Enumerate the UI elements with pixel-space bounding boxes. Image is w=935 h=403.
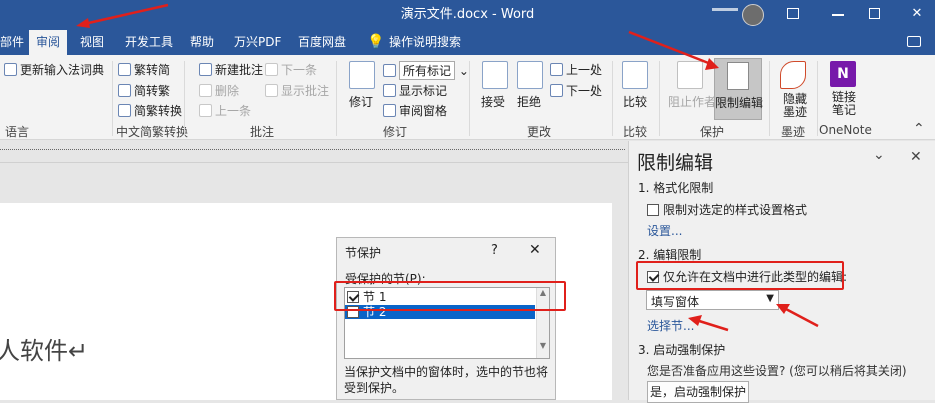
show-markup-icon	[383, 84, 396, 97]
avatar[interactable]	[742, 4, 764, 26]
comments-icon[interactable]	[907, 36, 921, 47]
enforce-question: 您是否准备应用这些设置? (您可以稍后将其关闭)	[647, 364, 907, 378]
review-pane-button[interactable]: 审阅窗格	[383, 102, 447, 119]
block-authors-button[interactable]: 阻止作者	[668, 93, 716, 110]
simp-to-trad-button[interactable]: 简转繁	[118, 82, 170, 99]
pane-title: 限制编辑	[637, 152, 714, 174]
restrict-editing-label: 限制编辑	[715, 96, 764, 110]
annotation-box-sections	[334, 281, 566, 311]
minimize-icon[interactable]	[832, 14, 844, 16]
accept-button[interactable]: 接受	[481, 93, 505, 110]
formatting-checkbox[interactable]	[647, 204, 659, 216]
review-pane-icon	[383, 104, 396, 117]
section-formatting: 1. 格式化限制	[638, 181, 714, 195]
restrict-doc-icon	[727, 62, 749, 90]
markup-select[interactable]: 所有标记 ⌄	[383, 61, 469, 80]
tab-baidu-netdisk[interactable]: 百度网盘	[298, 30, 346, 55]
user-name	[712, 8, 738, 11]
next-change-button[interactable]: 下一处	[550, 82, 602, 99]
show-comments-icon	[265, 84, 278, 97]
horizontal-ruler	[0, 141, 630, 163]
section-protection-dialog: 节保护 ? ✕ 受保护的节(P): 节 1 节 2 ▲ ▼ 当保护文档中的窗体时…	[336, 237, 556, 400]
linked-notes-button[interactable]: 链接笔记	[829, 91, 859, 117]
hide-ink-icon	[780, 61, 806, 89]
track-changes-button[interactable]: 修订	[349, 93, 373, 110]
tab-view[interactable]: 视图	[80, 30, 104, 55]
ribbon: 更新输入法词典 语言 繁转简 简转繁 简繁转换 中文简繁转换 新建批注 删除 上…	[0, 55, 935, 140]
formatting-restriction[interactable]: 限制对选定的样式设置格式	[647, 201, 807, 218]
prev-change-icon	[550, 63, 563, 76]
group-tracking: 修订	[383, 125, 408, 139]
close-window-icon[interactable]: ✕	[910, 7, 924, 21]
ribbon-display-icon[interactable]	[787, 8, 799, 19]
reject-icon	[517, 61, 543, 89]
group-language: 语言	[5, 125, 30, 139]
collapse-ribbon-icon[interactable]: ⌃	[913, 121, 925, 137]
prev-change-button[interactable]: 上一处	[550, 61, 602, 78]
lightbulb-icon: 💡	[367, 34, 385, 50]
next-change-icon	[550, 84, 563, 97]
group-ink: 墨迹	[781, 125, 806, 139]
markup-icon	[383, 64, 396, 77]
show-markup-button[interactable]: 显示标记	[383, 82, 447, 99]
group-chinese: 中文简繁转换	[116, 125, 189, 139]
document-text[interactable]: 人软件↵	[0, 331, 88, 366]
reject-button[interactable]: 拒绝	[517, 93, 541, 110]
onenote-icon: N	[830, 61, 856, 87]
prev-icon	[199, 104, 212, 117]
section-enforce: 3. 启动强制保护	[638, 343, 726, 357]
tab-help[interactable]: 帮助	[190, 30, 214, 55]
dialog-note: 当保护文档中的窗体时，选中的节也将受到保护。	[344, 365, 549, 395]
track-changes-icon	[349, 61, 375, 89]
trad-to-simp-button[interactable]: 繁转简	[118, 61, 170, 78]
settings-link[interactable]: 设置...	[647, 222, 682, 239]
simp-icon	[118, 84, 131, 97]
annotation-arrows-pane	[688, 304, 819, 332]
tab-review[interactable]: 审阅	[29, 30, 68, 55]
chevron-down-icon: ⌄	[458, 64, 469, 78]
prev-comment-button[interactable]: 上一条	[199, 102, 251, 119]
convert-icon	[118, 104, 131, 117]
annotation-box-editing	[636, 261, 844, 290]
delete-icon	[199, 84, 212, 97]
group-onenote: OneNote	[819, 123, 872, 137]
hide-ink-button[interactable]: 隐藏墨迹	[778, 93, 812, 119]
update-ime-button[interactable]: 更新输入法词典	[4, 61, 104, 78]
pane-options-icon[interactable]: ⌄	[873, 147, 885, 163]
ribbon-tabs: 部件 审阅 视图 开发工具 帮助 万兴PDF 百度网盘 💡 操作说明搜索	[0, 30, 935, 55]
tell-me-search[interactable]: 操作说明搜索	[389, 30, 461, 55]
help-button[interactable]: ?	[491, 243, 498, 258]
dialog-title: 节保护	[345, 246, 382, 260]
restore-icon[interactable]	[869, 8, 880, 19]
accept-icon	[482, 61, 508, 89]
scroll-down-icon[interactable]: ▼	[537, 341, 549, 350]
dialog-close-icon[interactable]: ✕	[529, 242, 541, 258]
tab-parts[interactable]: 部件	[0, 30, 24, 55]
delete-comment-button[interactable]: 删除	[199, 82, 239, 99]
group-compare: 比较	[623, 125, 648, 139]
next-icon	[265, 63, 278, 76]
compare-button[interactable]: 比较	[623, 93, 647, 110]
pane-close-icon[interactable]: ✕	[910, 149, 922, 165]
group-protect: 保护	[700, 125, 725, 139]
trad-icon	[118, 63, 131, 76]
new-comment-button[interactable]: 新建批注	[199, 61, 263, 78]
next-comment-button[interactable]: 下一条	[265, 61, 317, 78]
dictionary-icon	[4, 63, 17, 76]
show-comments-button[interactable]: 显示批注	[265, 82, 329, 99]
group-comments: 批注	[250, 125, 275, 139]
convert-button[interactable]: 简繁转换	[118, 102, 182, 119]
new-comment-icon	[199, 63, 212, 76]
annotation-arrow-tab	[76, 3, 169, 28]
tab-developer[interactable]: 开发工具	[125, 30, 173, 55]
annotation-arrow-restrict	[628, 30, 719, 70]
tab-wondershare-pdf[interactable]: 万兴PDF	[234, 30, 281, 55]
group-changes: 更改	[527, 125, 552, 139]
